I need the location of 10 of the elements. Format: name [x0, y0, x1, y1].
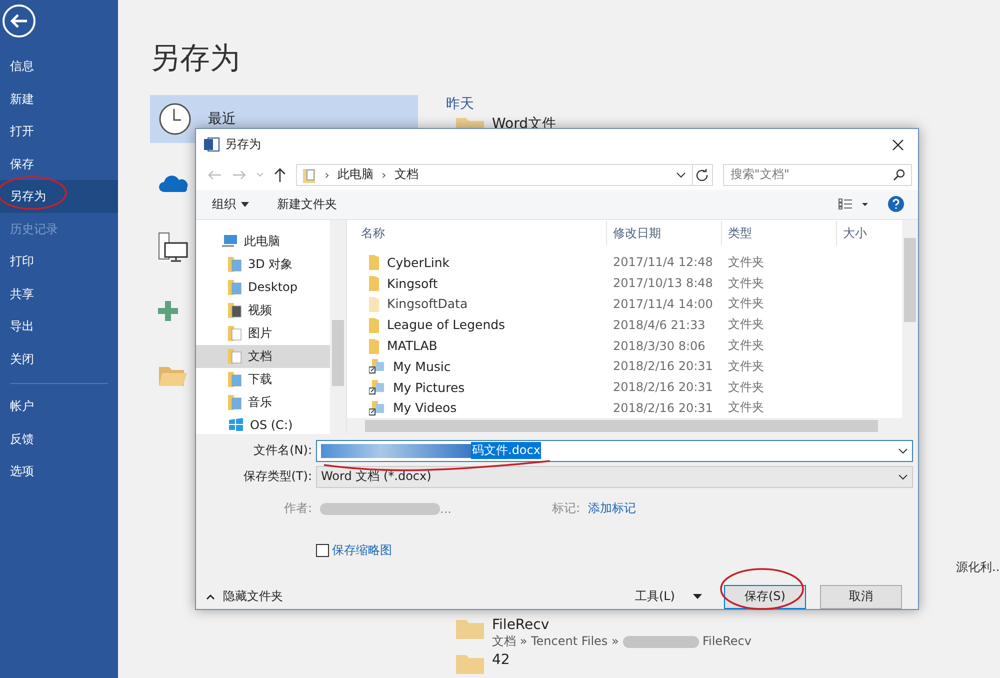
- field-label: 作者:: [282, 500, 312, 518]
- breadcrumb-separator: ›: [381, 168, 386, 182]
- field-label: 保存类型(T):: [242, 468, 312, 486]
- group-heading: 昨天: [446, 95, 475, 113]
- breadcrumb-separator: ›: [324, 168, 330, 182]
- recent-path: 源化利...: [956, 559, 1000, 576]
- author-value: ...: [312, 502, 520, 516]
- field-label: 文件名(N):: [252, 442, 312, 460]
- field-label: 标记:: [552, 500, 580, 518]
- page-title: 另存为: [150, 40, 241, 78]
